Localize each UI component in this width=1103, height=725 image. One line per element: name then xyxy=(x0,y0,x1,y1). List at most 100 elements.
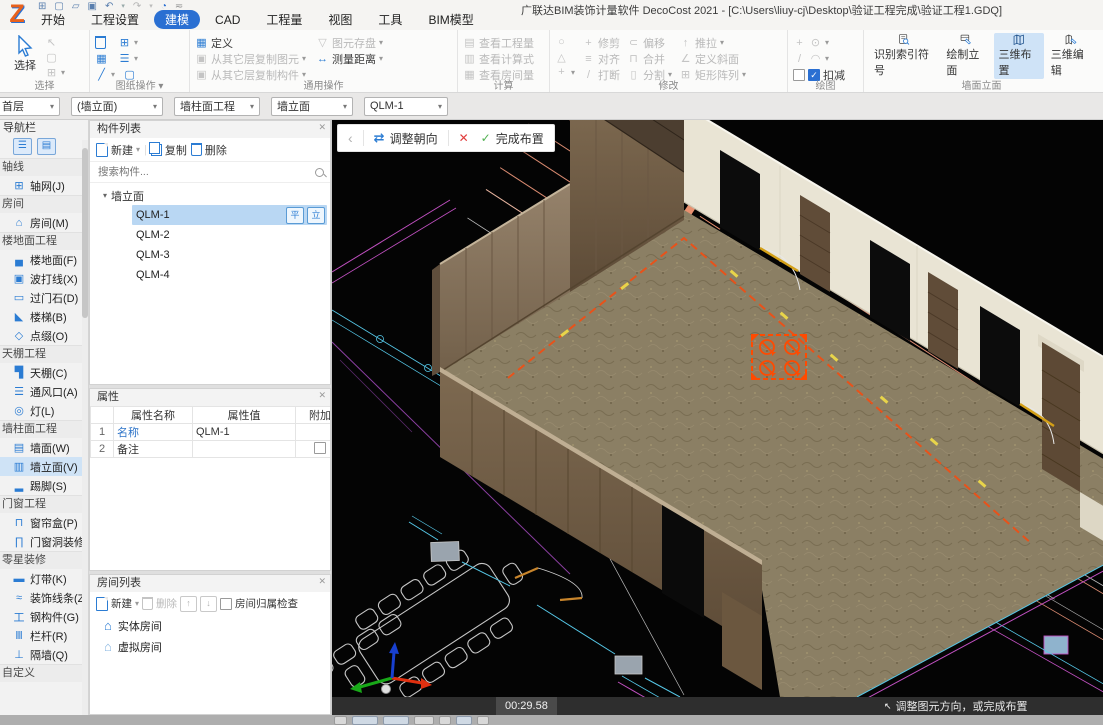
circle-tool-icon[interactable]: ⊙ xyxy=(809,36,822,49)
sidebar-item-curtain-box[interactable]: ⊓ 窗帘盒(P) xyxy=(0,513,88,532)
note-append-checkbox[interactable] xyxy=(314,442,326,454)
chevron-down-icon[interactable]: ▾ xyxy=(103,191,107,200)
define-button[interactable]: ▦ 定义 xyxy=(195,35,306,50)
move-down-button[interactable]: ↓ xyxy=(200,596,217,612)
identify-index-symbol-button[interactable]: 识别索引符号 xyxy=(869,33,939,79)
push-pull-button[interactable]: ↑推拉▾ xyxy=(679,35,746,50)
three-d-edit-button[interactable]: 三维编辑 xyxy=(1046,33,1096,79)
app-logo-icon[interactable]: Z xyxy=(2,0,32,28)
pick-tool-icon[interactable]: ↖ xyxy=(45,35,65,49)
sidebar-item-vent[interactable]: ☰ 通风口(A) xyxy=(0,382,88,401)
select-button[interactable]: 选择 xyxy=(5,33,45,79)
player-button[interactable] xyxy=(352,716,378,725)
segment-tool-icon[interactable]: / xyxy=(793,53,806,65)
category-select[interactable]: (墙立面)▾ xyxy=(71,97,163,116)
sidebar-item-accent[interactable]: ◇ 点缀(O) xyxy=(0,326,88,345)
property-row-name[interactable]: 1 名称 QLM-1 xyxy=(91,424,332,441)
finish-layout-button[interactable]: ✓ 完成布置 xyxy=(479,125,554,151)
three-d-layout-button[interactable]: 三维布置 xyxy=(994,33,1044,79)
sidebar-scrollbar[interactable] xyxy=(82,140,88,715)
lasso-tool-icon[interactable]: ▢ xyxy=(45,50,65,64)
offset-button[interactable]: ⊂偏移 xyxy=(627,35,672,50)
sidebar-item-light-strip[interactable]: ▬ 灯带(K) xyxy=(0,569,88,588)
copy-element-button[interactable]: ▣ 从其它层复制图元▾ xyxy=(195,51,306,66)
player-button[interactable] xyxy=(414,716,434,725)
close-icon[interactable]: ✕ xyxy=(318,389,326,401)
tab-quantities[interactable]: 工程量 xyxy=(255,10,313,29)
tab-bim-model[interactable]: BIM模型 xyxy=(417,10,484,29)
card-view-toggle[interactable]: ▤ xyxy=(37,138,56,155)
arc-tool-icon[interactable]: ◠ xyxy=(809,52,822,65)
copy-component-button[interactable]: 复制 xyxy=(151,142,187,158)
slope-button[interactable]: ∠定义斜面 xyxy=(679,51,746,66)
tab-project-settings[interactable]: 工程设置 xyxy=(80,10,150,29)
rotate-orientation-widget[interactable] xyxy=(751,334,807,380)
sidebar-item-room[interactable]: ⌂ 房间(M) xyxy=(0,213,88,232)
room-item-virtual[interactable]: ⌂ 虚拟房间 xyxy=(90,636,330,657)
sidebar-item-grid[interactable]: ⊞ 轴网(J) xyxy=(0,176,88,195)
back-button[interactable]: ‹ xyxy=(338,125,363,151)
align-button[interactable]: ≡对齐 xyxy=(582,51,620,66)
sidebar-item-steel[interactable]: 工 钢构件(G) xyxy=(0,607,88,626)
cad-3d-viewport[interactable]: ‹ ⇄ 调整朝向 ✕ ✓ 完成布置 00:29.58 xyxy=(332,120,1103,715)
sidebar-item-wall-face[interactable]: ▤ 墙面(W) xyxy=(0,438,88,457)
component-search-input[interactable] xyxy=(96,165,315,179)
player-button[interactable] xyxy=(456,716,472,725)
room-item-solid[interactable]: ⌂ 实体房间 xyxy=(90,615,330,636)
sidebar-item-moulding[interactable]: ≈ 装饰线条(Z) xyxy=(0,588,88,607)
component-select[interactable]: QLM-1▾ xyxy=(364,97,448,116)
drag-sheet-icon[interactable]: ▦ xyxy=(95,52,108,65)
tab-cad[interactable]: CAD xyxy=(204,12,251,28)
sidebar-item-wall-elevation[interactable]: ▥ 墙立面(V) xyxy=(0,457,88,476)
sidebar-item-skirting[interactable]: ▂ 踢脚(S) xyxy=(0,476,88,495)
tree-item-qlm2[interactable]: QLM-2 xyxy=(90,225,330,245)
list-view-toggle[interactable]: ☰ xyxy=(13,138,32,155)
sidebar-item-floor[interactable]: ▄ 楼地面(F) xyxy=(0,250,88,269)
delete-component-button[interactable]: 删除 xyxy=(191,142,227,158)
adjust-orientation-button[interactable]: ⇄ 调整朝向 xyxy=(364,125,448,151)
tree-group-wall-elevation[interactable]: ▾ 墙立面 xyxy=(90,186,330,205)
sidebar-item-threshold[interactable]: ▭ 过门石(D) xyxy=(0,288,88,307)
mirror-icon[interactable]: △ xyxy=(555,51,568,64)
sheet-group-label[interactable]: 图纸操作 ▾ xyxy=(90,77,189,92)
tree-item-qlm4[interactable]: QLM-4 xyxy=(90,265,330,285)
tab-view[interactable]: 视图 xyxy=(317,10,363,29)
cancel-button[interactable]: ✕ xyxy=(449,125,479,151)
delete-room-button[interactable]: 删除 xyxy=(142,596,177,611)
tree-item-qlm1[interactable]: QLM-1 平 立 xyxy=(132,205,327,225)
sidebar-item-railing[interactable]: Ⅲ 栏杆(R) xyxy=(0,626,88,645)
tab-modeling[interactable]: 建模 xyxy=(154,10,200,29)
sidebar-item-stairs[interactable]: ◣ 楼梯(B) xyxy=(0,307,88,326)
trim-button[interactable]: +修剪 xyxy=(582,35,620,50)
tree-item-qlm3[interactable]: QLM-3 xyxy=(90,245,330,265)
point-tool-icon[interactable]: + xyxy=(793,37,806,49)
draw-elevation-button[interactable]: 绘制立面 xyxy=(941,33,991,79)
tab-tools[interactable]: 工具 xyxy=(367,10,413,29)
sidebar-item-border-line[interactable]: ▣ 波打线(X) xyxy=(0,269,88,288)
grid-tool-icon[interactable]: ⊞ xyxy=(118,36,131,49)
player-button[interactable] xyxy=(439,716,451,725)
new-component-button[interactable]: 新建▾ xyxy=(96,142,140,158)
view-quantity-button[interactable]: ▤ 查看工程量 xyxy=(463,35,546,50)
close-icon[interactable]: ✕ xyxy=(318,121,326,133)
property-row-note[interactable]: 2 备注 xyxy=(91,441,332,458)
sidebar-item-ceiling[interactable]: ▜ 天棚(C) xyxy=(0,363,88,382)
layers-tool-icon[interactable]: ☰ xyxy=(118,52,131,65)
player-button[interactable] xyxy=(383,716,409,725)
rotate-icon[interactable]: ○ xyxy=(555,36,568,48)
sidebar-item-light[interactable]: ◎ 灯(L) xyxy=(0,401,88,420)
player-button[interactable] xyxy=(477,716,489,725)
floor-select[interactable]: 首层▾ xyxy=(0,97,60,116)
component-type-select[interactable]: 墙立面▾ xyxy=(271,97,353,116)
save-element-button[interactable]: ▽ 图元存盘▾ xyxy=(316,35,383,50)
new-room-button[interactable]: 新建▾ xyxy=(96,596,139,611)
close-icon[interactable]: ✕ xyxy=(318,575,326,587)
merge-button[interactable]: ⊓合并 xyxy=(627,51,672,66)
sidebar-item-partition[interactable]: ⊥ 隔墙(Q) xyxy=(0,645,88,664)
tab-start[interactable]: 开始 xyxy=(30,10,76,29)
plan-view-button[interactable]: 平 xyxy=(286,207,304,224)
sidebar-item-opening-finish[interactable]: ∏ 门窗洞装修 xyxy=(0,532,88,551)
room-check-checkbox[interactable] xyxy=(220,598,232,610)
player-button[interactable] xyxy=(334,716,347,725)
delete-sheet-icon[interactable] xyxy=(95,36,106,49)
